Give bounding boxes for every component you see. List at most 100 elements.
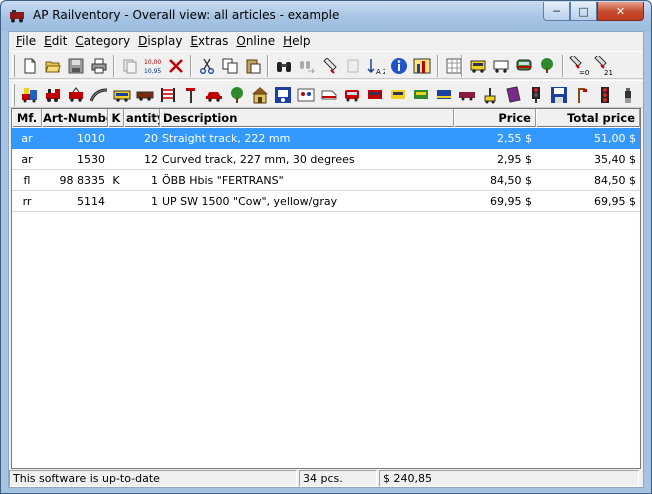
menu-edit-label: dit	[51, 34, 68, 48]
title-bar[interactable]: AP Railventory - Overall view: all artic…	[1, 1, 651, 31]
menu-extras[interactable]: Extras	[187, 32, 233, 50]
sort-button[interactable]: A Z	[365, 55, 387, 77]
wagon-outline-icon	[493, 60, 509, 73]
category-blue-train[interactable]	[433, 84, 455, 106]
find-button[interactable]	[273, 55, 295, 77]
menu-display[interactable]: Display	[135, 32, 187, 50]
scenery-view-button[interactable]	[536, 55, 558, 77]
toolbar-grip[interactable]	[12, 84, 15, 106]
category-electric[interactable]	[65, 84, 87, 106]
open-folder-icon	[45, 61, 61, 73]
category-tracks[interactable]	[88, 84, 110, 106]
category-lamps[interactable]	[571, 84, 593, 106]
category-dmu[interactable]	[410, 84, 432, 106]
filter-button[interactable]	[319, 55, 341, 77]
category-control[interactable]	[272, 84, 294, 106]
open-button[interactable]	[42, 55, 64, 77]
new-button[interactable]	[19, 55, 41, 77]
category-freight[interactable]	[134, 84, 156, 106]
document-stack-icon	[123, 59, 137, 74]
locomotive-app-icon[interactable]	[9, 9, 27, 23]
count-button[interactable]: 10,00 10,95	[142, 55, 164, 77]
menu-edit[interactable]: Edit	[41, 32, 72, 50]
column-header-quantity[interactable]: antity	[124, 109, 160, 127]
paste-button[interactable]	[242, 55, 264, 77]
app-window: AP Railventory - Overall view: all artic…	[0, 0, 652, 494]
column-header-total-price[interactable]: Total price	[536, 109, 640, 127]
info-button[interactable]	[388, 55, 410, 77]
category-traffic-lights[interactable]	[594, 84, 616, 106]
delete-x-icon	[169, 59, 183, 73]
count-filter-button[interactable]: 21	[593, 55, 615, 77]
toolbar-separator	[461, 55, 463, 77]
menu-help[interactable]: Help	[280, 32, 315, 50]
copy-button[interactable]	[219, 55, 241, 77]
table-row[interactable]: ar 1530 12 Curved track, 227 mm, 30 degr…	[12, 149, 640, 170]
category-accessories[interactable]	[295, 84, 317, 106]
category-toolbar	[9, 80, 643, 108]
category-trees[interactable]	[226, 84, 248, 106]
menu-online[interactable]: Online	[233, 32, 280, 50]
column-header-price[interactable]: Price	[454, 109, 536, 127]
marker-zero-icon: =0	[569, 56, 589, 76]
column-header-art-number[interactable]: Art-Number	[42, 109, 108, 127]
category-regional[interactable]	[364, 84, 386, 106]
paste-disabled-button[interactable]	[119, 55, 141, 77]
category-literature[interactable]	[502, 84, 524, 106]
locomotive-view-button[interactable]	[467, 55, 489, 77]
table-row[interactable]: ar 1010 20 Straight track, 222 mm 2,55 $…	[12, 128, 640, 149]
menu-category[interactable]: Category	[72, 32, 135, 50]
menu-bar: File Edit Category Display Extras Online…	[9, 32, 643, 50]
zero-stock-filter-button[interactable]: =0	[568, 55, 590, 77]
count-bottom-label: 10,95	[144, 68, 161, 75]
category-diesel[interactable]	[111, 84, 133, 106]
view-disabled-button[interactable]	[342, 55, 364, 77]
wagon-view-button[interactable]	[490, 55, 512, 77]
railcar-view-button[interactable]	[513, 55, 535, 77]
close-button[interactable]: ✕	[597, 2, 644, 21]
delete-button[interactable]	[165, 55, 187, 77]
cell-total-price: 84,50 $	[594, 174, 636, 187]
column-header-k[interactable]: K	[108, 109, 124, 127]
category-steam[interactable]	[42, 84, 64, 106]
print-button[interactable]	[88, 55, 110, 77]
dmu-icon	[414, 90, 428, 99]
straight-track-icon	[161, 88, 175, 102]
count-top-label: 10,00	[144, 59, 161, 66]
blue-train-icon	[437, 90, 451, 99]
car-icon	[206, 92, 222, 102]
toolbar-separator	[190, 55, 192, 77]
lamp-post-icon	[578, 88, 587, 103]
maximize-button[interactable]: □	[570, 2, 597, 21]
column-header-manufacturer[interactable]: Mf.	[12, 109, 42, 127]
category-ice[interactable]	[318, 84, 340, 106]
category-crane[interactable]	[479, 84, 501, 106]
minimize-icon: ─	[553, 4, 560, 18]
save-button[interactable]	[65, 55, 87, 77]
category-storage[interactable]	[548, 84, 570, 106]
category-passenger[interactable]	[456, 84, 478, 106]
printer-icon	[91, 58, 107, 74]
status-total: $ 240,85	[379, 470, 639, 487]
category-tram[interactable]	[341, 84, 363, 106]
category-lights[interactable]	[525, 84, 547, 106]
menu-file[interactable]: File	[13, 32, 41, 50]
category-buildings[interactable]	[249, 84, 271, 106]
close-icon: ✕	[615, 4, 626, 18]
category-commuter[interactable]	[387, 84, 409, 106]
table-row[interactable]: rr 5114 1 UP SW 1500 "Cow", yellow/gray …	[12, 191, 640, 212]
column-header-description[interactable]: Description	[160, 109, 454, 127]
category-signals[interactable]	[180, 84, 202, 106]
find-next-button[interactable]	[296, 55, 318, 77]
category-misc[interactable]	[617, 84, 639, 106]
statistics-button[interactable]	[411, 55, 433, 77]
menu-help-label: elp	[292, 34, 311, 48]
category-all[interactable]	[19, 84, 41, 106]
minimize-button[interactable]: ─	[543, 2, 570, 21]
articles-table[interactable]: Mf. Art-Number K antity Description Pric…	[11, 108, 641, 469]
table-row[interactable]: fl 98 8335 K 1 ÖBB Hbis "FERTRANS" 84,50…	[12, 170, 640, 191]
cut-button[interactable]	[196, 55, 218, 77]
toolbar-grip[interactable]	[12, 55, 15, 77]
category-rails[interactable]	[157, 84, 179, 106]
category-cars[interactable]	[203, 84, 225, 106]
